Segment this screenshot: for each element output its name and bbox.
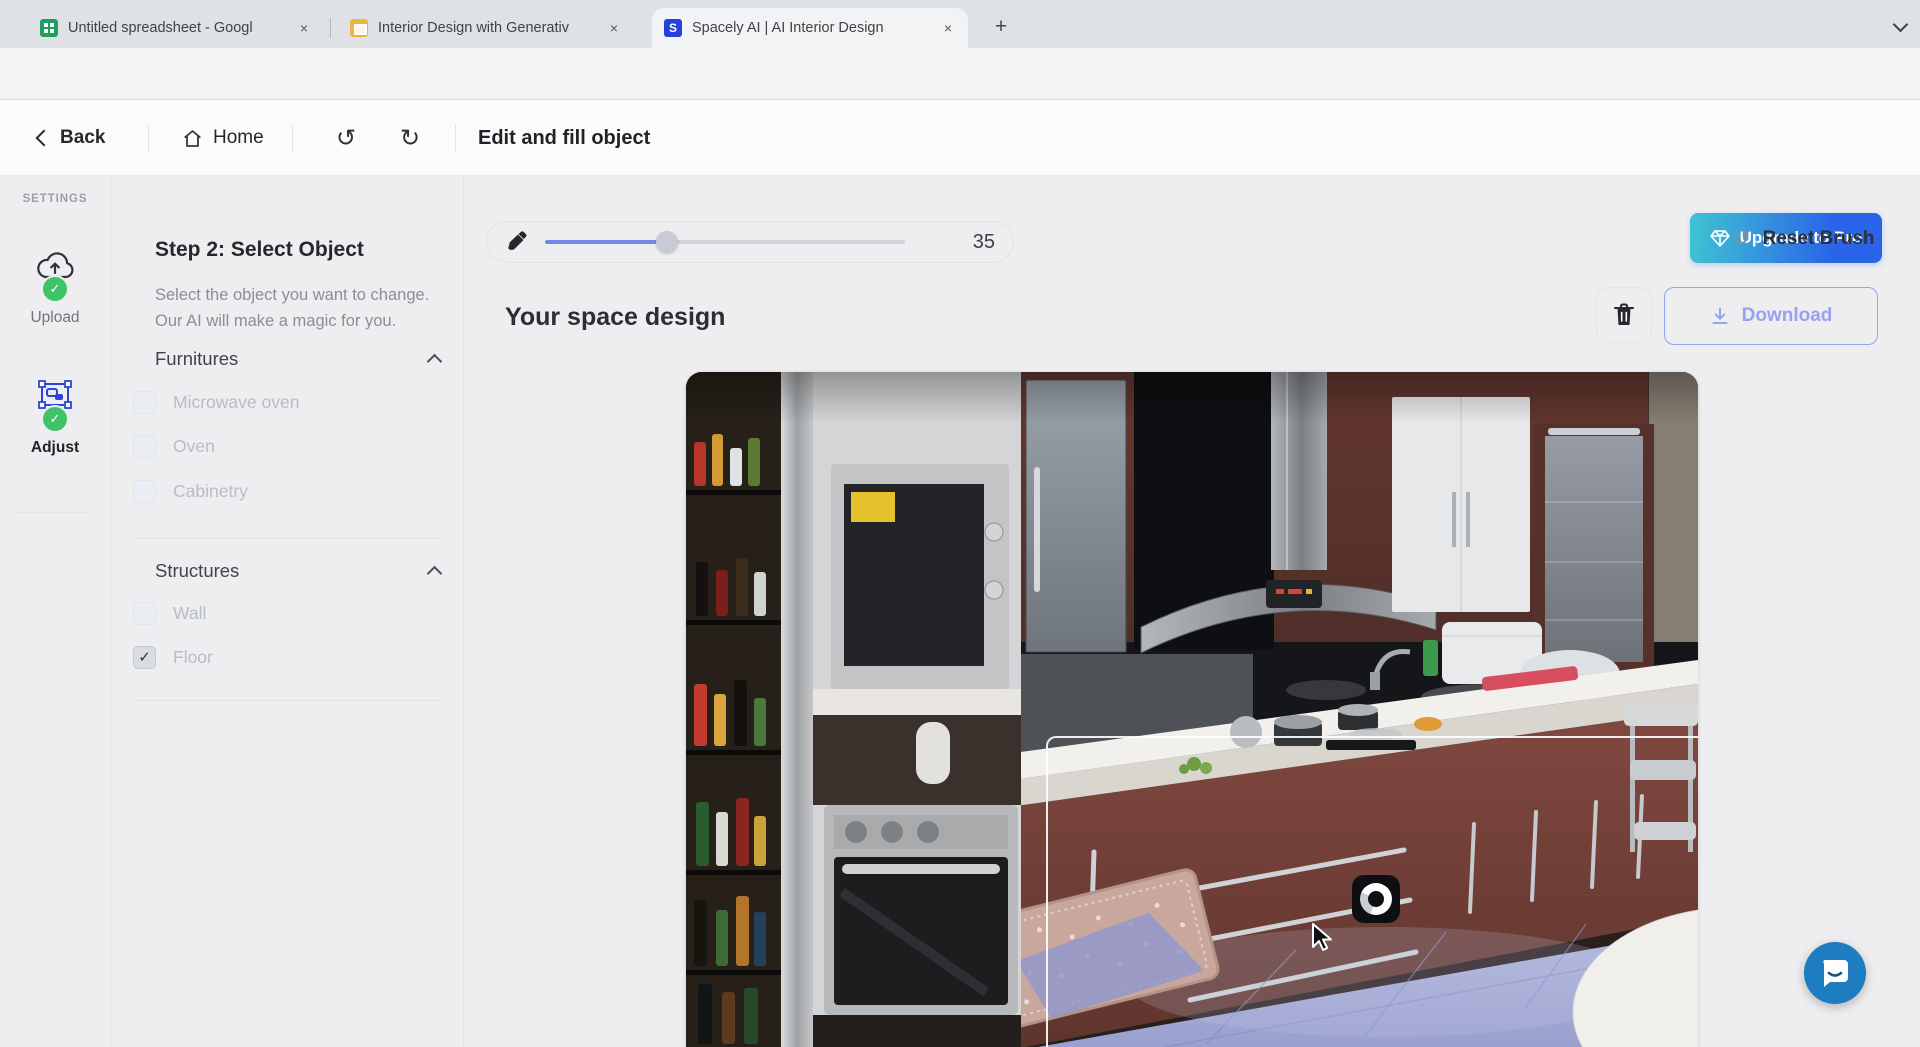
checkbox-unchecked[interactable]	[133, 480, 156, 503]
chevron-left-icon	[36, 130, 53, 147]
adjust-done-check: ✓	[41, 405, 69, 433]
tab-title: Spacely AI | AI Interior Design	[692, 20, 932, 36]
upload-label: Upload	[30, 309, 79, 327]
adjust-label: Adjust	[31, 439, 79, 457]
step-title: Step 2: Select Object	[155, 238, 364, 262]
brush-size-value: 35	[973, 231, 995, 254]
tab-title: Untitled spreadsheet - Googl	[68, 20, 288, 36]
section-rule	[133, 700, 440, 701]
close-icon[interactable]: ×	[938, 18, 958, 38]
chevron-up-icon	[427, 565, 443, 581]
home-icon	[182, 128, 203, 149]
panel-divider	[463, 176, 464, 1047]
tab-separator	[330, 18, 331, 38]
back-button[interactable]: Back	[38, 100, 105, 176]
divider	[455, 124, 456, 152]
brush-ring-icon	[1360, 883, 1392, 915]
checkbox-unchecked[interactable]	[133, 602, 156, 625]
trash-icon	[1613, 303, 1635, 327]
home-label: Home	[213, 127, 264, 149]
divider	[292, 124, 293, 152]
browser-toolbar: ← → ↻ spacely.ai/app/tool/edit-and-fill …	[0, 48, 1920, 100]
tab-title: Interior Design with Generativ	[378, 20, 598, 36]
step-description: Select the object you want to change. Ou…	[155, 282, 450, 334]
rail-rule	[18, 512, 90, 513]
section-structures[interactable]: Structures	[155, 560, 440, 582]
app-toolbar: Back Home ↺ ↻ Edit and fill object Upgra…	[0, 100, 1920, 176]
eraser-button[interactable]	[1038, 228, 1068, 258]
redo-button[interactable]: ↻	[400, 100, 420, 176]
close-icon[interactable]: ×	[604, 18, 624, 38]
sidebar-item-upload[interactable]: ✓ Upload	[0, 250, 110, 327]
tab-interior-design[interactable]: Interior Design with Generativ ×	[338, 8, 634, 48]
eraser-icon	[1041, 233, 1065, 253]
tab-spacely-active[interactable]: S Spacely AI | AI Interior Design ×	[652, 8, 968, 48]
home-button[interactable]: Home	[182, 100, 264, 176]
brush-size-slider[interactable]	[545, 231, 905, 253]
brush-size-bar: 35	[486, 221, 1014, 263]
sidebar-item-adjust[interactable]: ✓ Adjust	[0, 378, 110, 457]
rail-divider	[110, 176, 111, 1047]
section-furnitures[interactable]: Furnitures	[155, 348, 440, 370]
gem-icon	[1710, 230, 1730, 247]
checkbox-unchecked[interactable]	[133, 391, 156, 414]
slider-fill	[545, 240, 667, 244]
checkbox-row-cabinetry[interactable]: Cabinetry	[133, 478, 248, 504]
tab-search-button[interactable]	[1886, 12, 1914, 40]
checkbox-row-floor[interactable]: ✓ Floor	[133, 644, 213, 670]
google-sheets-icon	[40, 19, 58, 37]
chat-bubble-icon	[1818, 956, 1852, 990]
chevron-down-icon	[1892, 16, 1908, 32]
settings-heading: SETTINGS	[0, 193, 110, 205]
back-label: Back	[60, 127, 105, 149]
design-heading: Your space design	[505, 303, 725, 332]
chevron-up-icon	[427, 353, 443, 369]
upload-done-check: ✓	[41, 275, 69, 303]
page-title: Edit and fill object	[478, 100, 650, 176]
close-icon[interactable]: ×	[294, 18, 314, 38]
slider-thumb[interactable]	[656, 231, 678, 253]
divider	[148, 124, 149, 152]
yellow-doc-icon	[350, 19, 368, 37]
brush-cursor-indicator	[1352, 875, 1400, 923]
reset-icon: ↺	[1733, 226, 1751, 251]
download-icon	[1710, 306, 1730, 326]
undo-button[interactable]: ↺	[336, 100, 356, 176]
checkbox-row-wall[interactable]: Wall	[133, 600, 206, 626]
support-chat-button[interactable]	[1804, 942, 1866, 1004]
delete-design-button[interactable]	[1596, 287, 1652, 343]
brush-icon	[505, 231, 527, 253]
design-canvas-image[interactable]	[686, 372, 1698, 1047]
reset-brush-button[interactable]: ↺ Reset Brush	[1733, 226, 1875, 251]
browser-tab-strip: Untitled spreadsheet - Googl × Interior …	[0, 0, 1920, 48]
download-button[interactable]: Download	[1664, 287, 1878, 345]
spacely-icon: S	[664, 19, 682, 37]
tab-google-sheets[interactable]: Untitled spreadsheet - Googl ×	[28, 8, 324, 48]
checkbox-unchecked[interactable]	[133, 435, 156, 458]
checkbox-row-microwave-oven[interactable]: Microwave oven	[133, 389, 299, 415]
new-tab-button[interactable]: +	[986, 12, 1016, 42]
section-rule	[133, 538, 440, 539]
checkbox-checked[interactable]: ✓	[133, 646, 156, 669]
mouse-cursor	[1310, 922, 1336, 952]
checkbox-row-oven[interactable]: Oven	[133, 433, 215, 459]
